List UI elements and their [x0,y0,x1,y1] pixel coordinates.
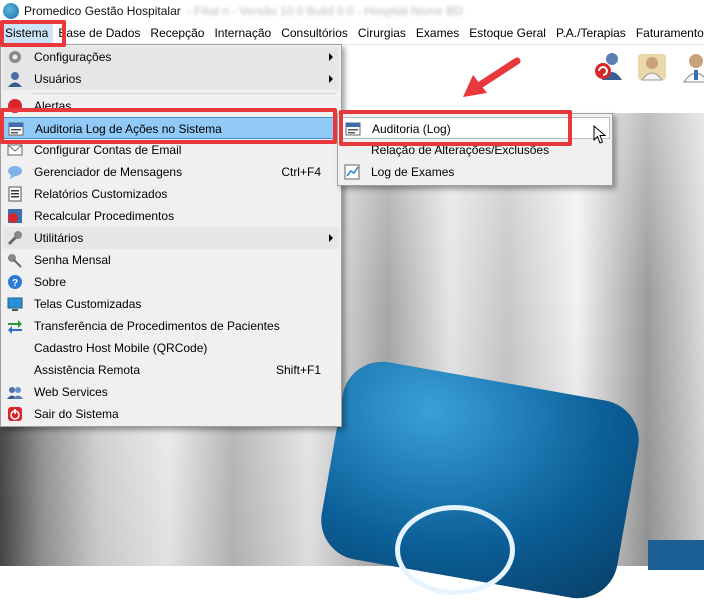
menu-item-relatorios-customizados[interactable]: Relatórios Customizados [3,183,339,205]
menu-estoque-geral[interactable]: Estoque Geral [464,22,551,44]
gear-icon [7,49,23,65]
report-icon [7,186,23,202]
menu-item-label: Cadastro Host Mobile (QRCode) [34,341,208,355]
menu-item-label: Sobre [34,275,67,289]
key-icon [7,252,23,268]
screen-icon [7,296,23,312]
sistema-dropdown-menu: Configurações Usuários Alertas Auditoria… [0,44,342,427]
app-logo-icon [3,3,19,19]
annotation-arrow [463,57,521,97]
menu-item-recalcular-procedimentos[interactable]: Recalcular Procedimentos [3,205,339,227]
menu-item-label: Telas Customizadas [34,297,142,311]
transfer-icon [7,318,23,334]
menu-item-shortcut: Ctrl+F4 [281,165,321,179]
doctor-group-icon[interactable] [636,50,668,84]
menu-item-label: Recalcular Procedimentos [34,209,175,223]
menu-consultorios[interactable]: Consultórios [276,22,353,44]
exit-icon [7,406,23,422]
submenu-item-log-exames[interactable]: Log de Exames [340,161,610,183]
menu-item-shortcut: Shift+F1 [275,363,321,377]
help-icon: ? [7,274,23,290]
menu-item-sobre[interactable]: ? Sobre [3,271,339,293]
window-title-details: - Filial n - Versão 10.0 Build 0.0 - Hos… [186,4,463,18]
email-icon [7,142,23,158]
mouse-cursor-icon [593,125,607,144]
menu-item-transferencia-procedimentos[interactable]: Transferência de Procedimentos de Pacien… [3,315,339,337]
menu-bar: Sistema Base de Dados Recepção Internaçã… [0,22,704,45]
menu-recepcao[interactable]: Recepção [145,22,209,44]
menu-item-usuarios[interactable]: Usuários [3,68,339,90]
menu-item-gerenciador-mensagens[interactable]: Gerenciador de Mensagens Ctrl+F4 [3,161,339,183]
menu-item-label: Relatórios Customizados [34,187,168,201]
menu-item-assistencia-remota[interactable]: Assistência Remota Shift+F1 [3,359,339,381]
menu-separator [31,93,336,94]
menu-item-telas-customizadas[interactable]: Telas Customizadas [3,293,339,315]
menu-pa-terapias[interactable]: P.A./Terapias [551,22,631,44]
menu-item-sair-sistema[interactable]: Sair do Sistema [3,403,339,425]
title-bar: Promedico Gestão Hospitalar - Filial n -… [0,0,704,22]
menu-item-label: Gerenciador de Mensagens [34,165,183,179]
menu-item-label: Configurações [34,50,112,64]
menu-item-utilitarios[interactable]: Utilitários [3,227,339,249]
menu-item-configuracoes[interactable]: Configurações [3,46,339,68]
menu-item-label: Sair do Sistema [34,407,119,421]
menu-item-label: Utilitários [34,231,84,245]
menu-internacao[interactable]: Internação [209,22,276,44]
menu-base-de-dados[interactable]: Base de Dados [53,22,145,44]
chart-icon [344,164,360,180]
svg-text:?: ? [12,278,18,289]
submenu-arrow-icon [329,53,333,61]
refresh-users-icon[interactable] [592,50,624,84]
menu-item-senha-mensal[interactable]: Senha Mensal [3,249,339,271]
brand-logo-ring [395,505,515,595]
wrench-icon [7,230,23,246]
web-services-icon [7,384,23,400]
submenu-arrow-icon [329,234,333,242]
menu-item-label: Configurar Contas de Email [34,143,182,157]
annotation-box-sistema [0,20,66,47]
recalc-icon [7,208,23,224]
menu-item-label: Usuários [34,72,82,86]
doctor-icon[interactable] [680,50,704,84]
user-icon [7,71,23,87]
annotation-box-auditoria-menu [0,108,337,144]
menu-item-label: Senha Mensal [34,253,111,267]
menu-item-cadastro-host-mobile[interactable]: Cadastro Host Mobile (QRCode) [3,337,339,359]
submenu-item-label: Log de Exames [371,165,455,179]
message-icon [7,164,23,180]
menu-item-label: Transferência de Procedimentos de Pacien… [34,319,280,333]
menu-cirurgias[interactable]: Cirurgias [353,22,411,44]
submenu-arrow-icon [329,75,333,83]
menu-item-label: Assistência Remota [34,363,141,377]
menu-faturamento[interactable]: Faturamento [631,22,704,44]
menu-exames[interactable]: Exames [411,22,464,44]
window-title: Promedico Gestão Hospitalar [24,4,181,18]
menu-item-label: Web Services [34,385,108,399]
menu-item-web-services[interactable]: Web Services [3,381,339,403]
annotation-box-auditoria-log [339,110,572,146]
